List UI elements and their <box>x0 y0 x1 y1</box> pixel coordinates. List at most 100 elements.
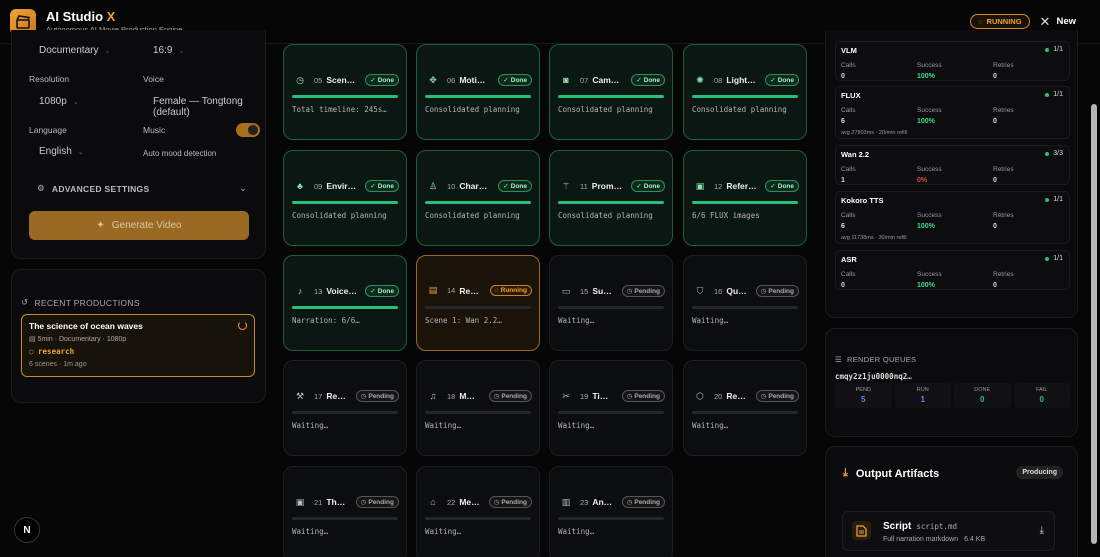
step-number: 17 <box>314 391 323 401</box>
step-number: 09 <box>314 181 323 191</box>
queue-cell-fail: FAIL 0 <box>1013 383 1070 408</box>
step-status-badge: ✓ Done <box>631 74 665 86</box>
step-name: Me… <box>459 497 480 507</box>
model-slot-count: 1/1 <box>1045 196 1063 203</box>
production-meta: ▤ 5min · Documentary · 1080p <box>29 336 127 343</box>
calls-stat: Calls 6 <box>841 107 856 125</box>
chevron-down-icon: ⌄ <box>239 183 247 193</box>
status-icon: ◷ <box>626 393 633 400</box>
subtitles-icon: ▭ <box>561 285 571 296</box>
pipeline-step-17[interactable]: ⚒ 17 Re… ◷ Pending Waiting… <box>283 360 407 456</box>
pipeline-step-15[interactable]: ▭ 15 Su… ◷ Pending Waiting… <box>549 255 673 351</box>
status-icon: ✓ <box>370 77 376 84</box>
model-name: Kokoro TTS <box>841 196 884 205</box>
step-status-badge: ◷ Pending <box>621 390 665 402</box>
pipeline-step-05[interactable]: ◷ 05 Scen… ✓ Done Total timeline: 245s… <box>283 44 407 140</box>
step-progress-bar <box>558 411 664 414</box>
style-select[interactable]: Documentary ⌄ <box>39 45 110 56</box>
step-status-badge: ✓ Done <box>365 180 399 192</box>
status-badge: ◌ RUNNING <box>970 14 1030 29</box>
scissors-icon: ✂ <box>562 390 570 401</box>
sliders-icon: ⚙ <box>37 183 45 193</box>
step-note: Waiting… <box>425 527 462 536</box>
step-status-badge: ✓ Done <box>765 180 799 192</box>
pipeline-step-16[interactable]: ⛉ 16 Qu… ◷ Pending Waiting… <box>683 255 807 351</box>
resolution-select[interactable]: 1080p ⌄ <box>39 96 79 107</box>
pipeline-step-22[interactable]: ⌂ 22 Me… ◷ Pending Waiting… <box>416 466 540 557</box>
spinner-icon: ◌ <box>978 17 983 26</box>
status-icon: ◷ <box>626 288 633 295</box>
chevron-down-icon: ⌄ <box>104 47 111 55</box>
step-status-badge: ◷ Pending <box>755 285 799 297</box>
step-name: Re… <box>459 285 479 296</box>
pipeline-step-12[interactable]: ▣ 12 Refer… ✓ Done 6/6 FLUX images <box>683 150 807 246</box>
chevron-down-icon: ⌄ <box>72 98 79 106</box>
calls-stat: Calls 6 <box>841 212 856 230</box>
generate-video-button[interactable]: ✦ Generate Video <box>29 211 249 240</box>
step-note: Consolidated planning <box>425 211 520 220</box>
model-slot-count: 1/1 <box>1045 255 1063 262</box>
pipeline-step-19[interactable]: ✂ 19 Ti… ◷ Pending Waiting… <box>549 360 673 456</box>
resolution-label: Resolution <box>29 74 70 84</box>
success-stat: Success 0% <box>917 166 942 184</box>
step-number: 20 <box>714 391 723 401</box>
voice-select[interactable]: Female — Tongtong (default) <box>153 96 265 118</box>
pipeline-step-23[interactable]: ▥ 23 An… ◷ Pending Waiting… <box>549 466 673 557</box>
app-title: AI Studio X <box>46 9 116 24</box>
model-card: ASR 1/1 Calls 0 Success 100% Retries 0 <box>835 250 1070 290</box>
recent-production-item[interactable]: The science of ocean waves ▤ 5min · Docu… <box>21 314 255 377</box>
step-name: Prom… <box>591 181 623 191</box>
download-button[interactable]: ⤓ <box>1040 525 1044 536</box>
model-card: FLUX 1/1 Calls 6 Success 100% Retries 0 avg 2780… <box>835 86 1070 139</box>
history-icon: ↺ <box>21 297 29 307</box>
step-status-badge: ✓ Done <box>365 285 399 297</box>
language-select[interactable]: English ⌄ <box>39 146 84 157</box>
camera-icon: ◙ <box>563 75 569 85</box>
step-status-badge: ✓ Done <box>498 74 532 86</box>
retries-stat: Retries 0 <box>993 212 1014 230</box>
step-number: 22 <box>447 497 456 507</box>
new-button[interactable]: ✕ New <box>1040 14 1076 30</box>
trees-icon: ♣ <box>297 181 303 191</box>
step-name: Ti… <box>592 391 609 401</box>
pipeline-step-21[interactable]: ▣ 21 Th… ◷ Pending Waiting… <box>283 466 407 557</box>
n-logo-icon[interactable]: N <box>14 517 40 543</box>
tag-icon: ⌂ <box>430 497 436 507</box>
step-progress-bar <box>425 517 531 520</box>
language-label: Language <box>29 125 67 135</box>
pipeline-step-07[interactable]: ◙ 07 Cam… ✓ Done Consolidated planning <box>549 44 673 140</box>
shield-icon: ⛉ <box>696 285 704 296</box>
step-number: 12 <box>714 181 723 191</box>
pipeline-step-14[interactable]: ▤ 14 Re… ◌ Running Scene 1: Wan 2.2… <box>416 255 540 351</box>
pipeline-step-06[interactable]: ✥ 06 Moti… ✓ Done Consolidated planning <box>416 44 540 140</box>
step-note: Consolidated planning <box>692 105 787 114</box>
pipeline-step-10[interactable]: ♙ 10 Char… ✓ Done Consolidated planning <box>416 150 540 246</box>
artifact-item[interactable]: Script script.md Full narration markdown 6… <box>842 511 1055 551</box>
chevron-down-icon: ⌄ <box>77 148 84 156</box>
aspect-select[interactable]: 16:9 ⌄ <box>153 45 184 56</box>
pipeline-step-11[interactable]: ⚚ 11 Prom… ✓ Done Consolidated planning <box>549 150 673 246</box>
step-progress-bar <box>558 306 664 309</box>
status-icon: ◌ <box>494 287 499 294</box>
output-artifacts-panel: ⤓ Output Artifacts Producing Script script… <box>825 446 1078 557</box>
pipeline-step-09[interactable]: ♣ 09 Envir… ✓ Done Consolidated planning <box>283 150 407 246</box>
status-dot-icon <box>1045 92 1050 97</box>
scrollbar[interactable] <box>1091 104 1097 544</box>
step-progress-bar <box>558 517 664 520</box>
pipeline-step-08[interactable]: ✺ 08 Light… ✓ Done Consolidated planning <box>683 44 807 140</box>
step-number: 15 <box>580 286 589 296</box>
artifacts-status-badge: Producing <box>1016 466 1063 479</box>
status-icon: ◷ <box>360 499 367 506</box>
step-progress-bar <box>558 201 664 204</box>
pipeline-step-20[interactable]: ⬡ 20 Re… ◷ Pending Waiting… <box>683 360 807 456</box>
pipeline-step-18[interactable]: ♫ 18 M… ◷ Pending Waiting… <box>416 360 540 456</box>
advanced-settings-toggle[interactable]: ⚙ ADVANCED SETTINGS ⌄ <box>37 183 247 194</box>
status-icon: ◷ <box>493 499 500 506</box>
pipeline-step-13[interactable]: ♪ 13 Voice… ✓ Done Narration: 6/6… <box>283 255 407 351</box>
step-name: Refer… <box>726 181 757 191</box>
step-progress-bar <box>425 95 531 98</box>
music-icon: ♫ <box>429 391 437 401</box>
image-icon: ▣ <box>695 180 705 191</box>
model-avg-latency: avg 11738ms · 30/min refill <box>841 235 907 241</box>
music-toggle[interactable] <box>236 123 260 137</box>
